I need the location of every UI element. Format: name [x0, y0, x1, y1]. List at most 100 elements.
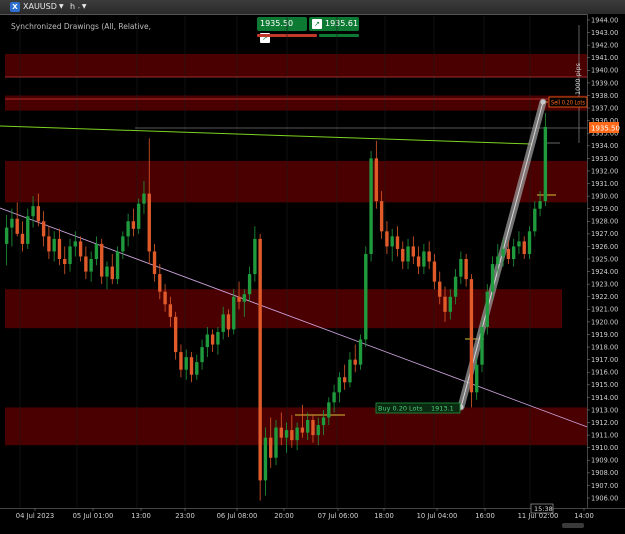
candle-body[interactable] — [538, 201, 542, 209]
candle-body[interactable] — [332, 392, 336, 403]
candle-body[interactable] — [485, 291, 489, 327]
candle-body[interactable] — [427, 251, 431, 262]
candle-body[interactable] — [422, 251, 426, 267]
candle-body[interactable] — [94, 243, 99, 259]
candle-body[interactable] — [20, 233, 25, 244]
candle-body[interactable] — [63, 259, 67, 265]
candle-body[interactable] — [295, 427, 299, 441]
candle-body[interactable] — [395, 236, 400, 249]
candle-body[interactable] — [84, 256, 88, 272]
supply-demand-zone[interactable] — [5, 95, 587, 111]
candle-body[interactable] — [195, 362, 199, 375]
candle-body[interactable] — [311, 420, 315, 436]
time-axis[interactable] — [0, 508, 625, 534]
buy-point[interactable] — [458, 404, 464, 410]
candle-body[interactable] — [284, 430, 289, 438]
candle-body[interactable] — [269, 437, 273, 458]
price-axis[interactable] — [587, 14, 625, 520]
candle-body[interactable] — [68, 246, 72, 265]
candle-body[interactable] — [459, 259, 463, 277]
candle-body[interactable] — [247, 274, 252, 295]
candle-body[interactable] — [511, 246, 516, 259]
candle-body[interactable] — [15, 218, 19, 234]
candle-body[interactable] — [469, 279, 474, 393]
candle-body[interactable] — [237, 296, 241, 302]
candle-body[interactable] — [221, 314, 225, 332]
candle-body[interactable] — [179, 352, 183, 370]
sell-point[interactable] — [540, 99, 546, 105]
candle-body[interactable] — [480, 326, 484, 365]
candle-body[interactable] — [290, 430, 294, 441]
candle-body[interactable] — [26, 216, 30, 244]
candle-body[interactable] — [475, 364, 479, 393]
candle-body[interactable] — [379, 201, 384, 232]
candle-body[interactable] — [131, 221, 136, 229]
candle-body[interactable] — [115, 251, 120, 280]
candle-body[interactable] — [543, 126, 548, 202]
candle-body[interactable] — [401, 248, 405, 262]
candle-body[interactable] — [242, 294, 247, 302]
supply-demand-zone[interactable] — [5, 160, 587, 203]
candle-body[interactable] — [205, 334, 210, 348]
candle-body[interactable] — [517, 241, 521, 247]
candle-body[interactable] — [78, 241, 83, 257]
candle-body[interactable] — [374, 158, 379, 202]
candle-body[interactable] — [432, 261, 437, 282]
candle-body[interactable] — [448, 296, 452, 312]
candle-body[interactable] — [89, 259, 93, 272]
time-scrollbar[interactable] — [562, 523, 584, 528]
candle-body[interactable] — [438, 281, 442, 297]
candle-body[interactable] — [31, 206, 35, 217]
candle-body[interactable] — [300, 427, 305, 433]
candle-body[interactable] — [4, 227, 9, 244]
candle-body[interactable] — [184, 357, 188, 370]
candle-body[interactable] — [506, 248, 511, 259]
candle-body[interactable] — [522, 241, 526, 254]
candle-body[interactable] — [226, 314, 231, 330]
supply-demand-zone[interactable] — [5, 53, 587, 77]
price-chart[interactable] — [0, 0, 625, 534]
candle-body[interactable] — [348, 359, 352, 383]
candle-body[interactable] — [110, 266, 114, 280]
candle-body[interactable] — [316, 425, 320, 436]
candle-body[interactable] — [253, 238, 257, 275]
candle-body[interactable] — [232, 296, 236, 330]
candle-body[interactable] — [258, 238, 262, 481]
candle-body[interactable] — [406, 246, 410, 262]
candle-body[interactable] — [274, 427, 278, 458]
supply-demand-zone[interactable] — [5, 289, 562, 329]
candle-body[interactable] — [279, 427, 283, 438]
candle-body[interactable] — [464, 259, 468, 280]
candle-body[interactable] — [41, 221, 46, 237]
candle-body[interactable] — [52, 238, 56, 252]
candle-body[interactable] — [390, 236, 394, 247]
candle-body[interactable] — [337, 377, 342, 393]
candle-body[interactable] — [385, 231, 389, 247]
trend-line-green[interactable] — [0, 125, 533, 145]
candle-body[interactable] — [321, 417, 326, 426]
candle-body[interactable] — [369, 158, 373, 254]
candle-body[interactable] — [364, 253, 368, 340]
candle-body[interactable] — [121, 236, 125, 252]
candle-body[interactable] — [305, 420, 310, 433]
candle-body[interactable] — [126, 221, 130, 237]
candle-body[interactable] — [152, 251, 157, 275]
candle-body[interactable] — [490, 264, 495, 292]
candle-body[interactable] — [163, 291, 167, 305]
candle-body[interactable] — [105, 266, 109, 277]
candle-body[interactable] — [136, 203, 141, 229]
candle-body[interactable] — [173, 316, 178, 353]
candle-body[interactable] — [216, 331, 220, 345]
candle-body[interactable] — [168, 304, 173, 317]
candle-body[interactable] — [147, 193, 151, 252]
candle-body[interactable] — [10, 218, 14, 228]
candle-body[interactable] — [527, 231, 532, 254]
candle-body[interactable] — [158, 274, 162, 292]
candle-body[interactable] — [189, 357, 194, 375]
candle-body[interactable] — [73, 241, 77, 247]
candle-body[interactable] — [57, 238, 62, 259]
candle-body[interactable] — [263, 437, 268, 481]
candle-body[interactable] — [353, 359, 357, 365]
candle-body[interactable] — [200, 347, 204, 363]
candle-body[interactable] — [496, 256, 500, 265]
